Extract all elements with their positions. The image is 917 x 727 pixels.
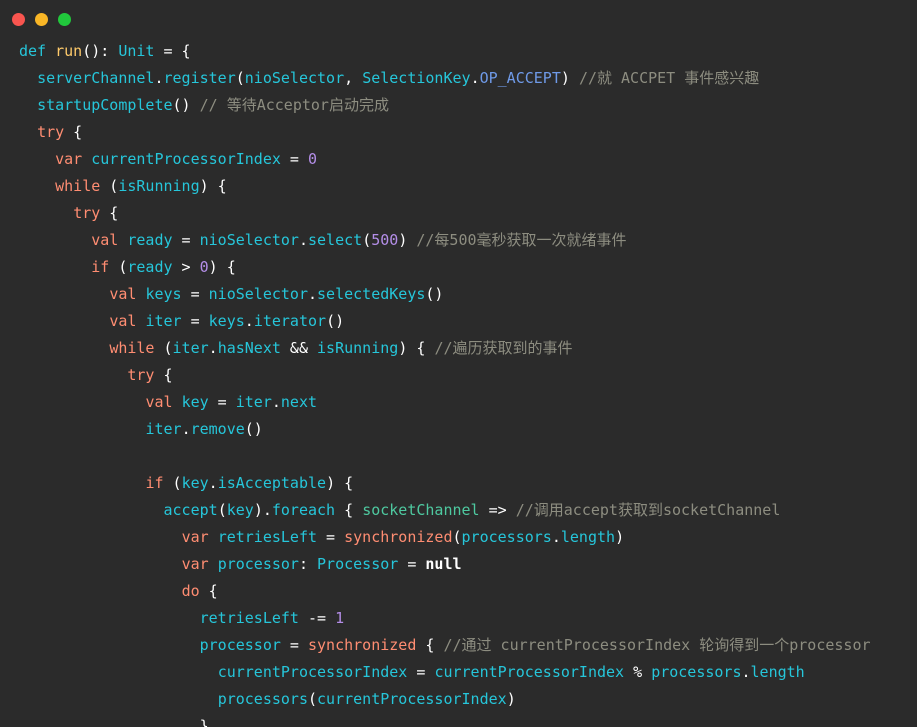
window-titlebar — [0, 0, 917, 38]
code-line: currentProcessorIndex = currentProcessor… — [217, 663, 805, 681]
code-line: def run(): Unit = { — [19, 42, 191, 60]
code-viewer-window: def run(): Unit = { serverChannel.regist… — [0, 0, 917, 727]
code-line: val ready = nioSelector.select(500) //每5… — [91, 231, 627, 249]
code-line: val key = iter.next — [145, 393, 318, 411]
code-line: if (key.isAcceptable) { — [145, 474, 354, 492]
code-line: accept(key).foreach { socketChannel => /… — [163, 501, 781, 519]
minimize-button-icon[interactable] — [35, 12, 48, 26]
code-line: try { — [127, 366, 173, 384]
code-line: while (isRunning) { — [55, 177, 227, 195]
code-line: serverChannel.register(nioSelector, Sele… — [37, 69, 760, 87]
zoom-button-icon[interactable] — [58, 12, 71, 26]
code-line: while (iter.hasNext && isRunning) { //遍历… — [109, 339, 573, 357]
code-line: retriesLeft -= 1 — [199, 609, 345, 627]
code-block[interactable]: def run(): Unit = { serverChannel.regist… — [0, 38, 917, 727]
code-line: startupComplete() // 等待Acceptor启动完成 — [37, 96, 389, 114]
code-line: val iter = keys.iterator() — [109, 312, 345, 330]
code-line: var retriesLeft = synchronized(processor… — [181, 528, 625, 546]
code-line: var processor: Processor = null — [181, 555, 462, 573]
code-line: if (ready > 0) { — [91, 258, 236, 276]
code-line: var currentProcessorIndex = 0 — [55, 150, 318, 168]
code-line: processors(currentProcessorIndex) — [217, 690, 516, 708]
code-line: try { — [73, 204, 119, 222]
code-line: try { — [37, 123, 83, 141]
code-line: iter.remove() — [145, 420, 263, 438]
code-line: processor = synchronized { //通过 currentP… — [199, 636, 871, 654]
code-line: val keys = nioSelector.selectedKeys() — [109, 285, 444, 303]
close-button-icon[interactable] — [12, 12, 25, 26]
code-line: } — [19, 717, 209, 727]
code-line: do { — [181, 582, 218, 600]
